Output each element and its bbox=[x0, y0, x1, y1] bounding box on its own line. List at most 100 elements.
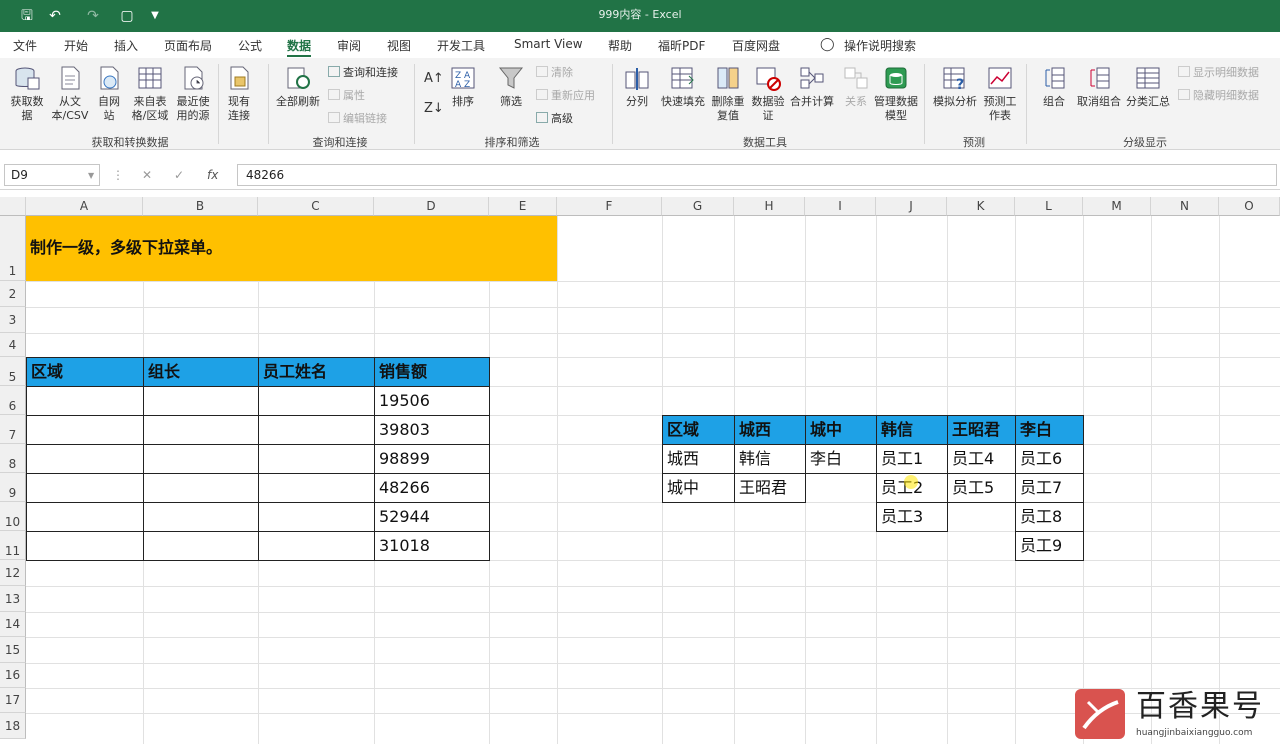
table2-cell[interactable]: 王昭君 bbox=[734, 473, 806, 503]
table1-cell[interactable] bbox=[143, 415, 259, 445]
tab-insert[interactable]: 插入 bbox=[114, 37, 138, 54]
column-header[interactable]: H bbox=[734, 197, 805, 216]
table1-cell[interactable] bbox=[258, 415, 375, 445]
sort-asc-icon[interactable]: A↑ bbox=[424, 72, 444, 86]
column-header[interactable]: J bbox=[876, 197, 947, 216]
sort-button[interactable]: Z AA Z 排序 bbox=[446, 64, 480, 109]
table1-cell[interactable] bbox=[26, 473, 144, 503]
table2-cell[interactable]: 员工5 bbox=[947, 473, 1016, 503]
what-if-analysis-button[interactable]: ? 模拟分析 bbox=[930, 64, 980, 109]
table1-header[interactable]: 销售额 bbox=[374, 357, 490, 387]
table2-cell[interactable]: 员工6 bbox=[1015, 444, 1084, 474]
row-header[interactable]: 6 bbox=[0, 386, 26, 415]
table2-header[interactable]: 城西 bbox=[734, 415, 806, 445]
table2-cell[interactable]: 员工1 bbox=[876, 444, 948, 474]
row-header[interactable]: 3 bbox=[0, 307, 26, 333]
data-validation-button[interactable]: 数据验证 bbox=[748, 64, 788, 123]
table2-cell[interactable]: 城中 bbox=[662, 473, 735, 503]
table1-cell[interactable] bbox=[143, 386, 259, 416]
customize-qat-icon[interactable]: ▼ bbox=[146, 7, 164, 25]
tab-formulas[interactable]: 公式 bbox=[238, 37, 262, 54]
table2-cell[interactable]: 李白 bbox=[805, 444, 877, 474]
forecast-sheet-button[interactable]: 预测工作表 bbox=[982, 64, 1018, 123]
row-header[interactable]: 14 bbox=[0, 612, 26, 637]
table1-cell[interactable] bbox=[258, 386, 375, 416]
row-header[interactable]: 1 bbox=[0, 216, 26, 281]
sales-cell[interactable]: 19506 bbox=[374, 386, 490, 416]
enter-icon[interactable]: ✓ bbox=[174, 168, 184, 182]
column-header[interactable]: F bbox=[557, 197, 662, 216]
tab-file[interactable]: 文件 bbox=[13, 37, 37, 54]
tab-page-layout[interactable]: 页面布局 bbox=[164, 37, 212, 54]
group-button[interactable]: 组合 bbox=[1036, 64, 1072, 109]
remove-duplicates-button[interactable]: 删除重复值 bbox=[708, 64, 748, 123]
sales-cell[interactable]: 48266 bbox=[374, 473, 490, 503]
table2-header[interactable]: 王昭君 bbox=[947, 415, 1016, 445]
from-web-button[interactable]: 自网站 bbox=[94, 64, 124, 123]
row-header[interactable]: 10 bbox=[0, 502, 26, 531]
name-box[interactable]: D9 bbox=[4, 164, 100, 186]
recent-sources-button[interactable]: 最近使用的源 bbox=[174, 64, 212, 123]
show-detail-button[interactable]: 显示明细数据 bbox=[1178, 66, 1259, 80]
row-header[interactable]: 12 bbox=[0, 560, 26, 586]
column-header[interactable]: N bbox=[1151, 197, 1219, 216]
text-to-columns-button[interactable]: 分列 bbox=[620, 64, 654, 109]
column-header[interactable]: O bbox=[1219, 197, 1280, 216]
column-header[interactable]: E bbox=[489, 197, 557, 216]
column-header[interactable]: A bbox=[26, 197, 143, 216]
consolidate-button[interactable]: 合并计算 bbox=[788, 64, 836, 109]
save-icon[interactable]: 🖫 bbox=[18, 7, 36, 25]
table1-header[interactable]: 区域 bbox=[26, 357, 144, 387]
table1-cell[interactable] bbox=[143, 502, 259, 532]
table1-header[interactable]: 组长 bbox=[143, 357, 259, 387]
table2-header[interactable]: 区域 bbox=[662, 415, 735, 445]
column-header[interactable]: I bbox=[805, 197, 876, 216]
row-header[interactable]: 16 bbox=[0, 663, 26, 688]
table2-cell[interactable]: 员工8 bbox=[1015, 502, 1084, 532]
column-header[interactable]: K bbox=[947, 197, 1015, 216]
existing-connections-button[interactable]: 现有连接 bbox=[224, 64, 254, 123]
column-header[interactable]: G bbox=[662, 197, 734, 216]
hide-detail-button[interactable]: 隐藏明细数据 bbox=[1178, 89, 1259, 103]
tell-me-search[interactable]: 操作说明搜索 bbox=[844, 37, 916, 54]
table1-cell[interactable] bbox=[143, 444, 259, 474]
table1-cell[interactable] bbox=[26, 444, 144, 474]
manage-data-model-button[interactable]: 管理数据模型 bbox=[874, 64, 918, 123]
table2-header[interactable]: 李白 bbox=[1015, 415, 1084, 445]
from-table-button[interactable]: 来自表格/区域 bbox=[128, 64, 172, 123]
table2-cell[interactable]: 员工4 bbox=[947, 444, 1016, 474]
table1-cell[interactable] bbox=[26, 386, 144, 416]
table2-header[interactable]: 城中 bbox=[805, 415, 877, 445]
sales-cell[interactable]: 52944 bbox=[374, 502, 490, 532]
tab-smart-view[interactable]: Smart View bbox=[514, 37, 583, 51]
tab-data[interactable]: 数据 bbox=[287, 37, 312, 57]
column-header[interactable]: D bbox=[374, 197, 489, 216]
sales-cell[interactable]: 31018 bbox=[374, 531, 490, 561]
queries-connections-button[interactable]: 查询和连接 bbox=[328, 66, 398, 80]
title-cell[interactable]: 制作一级，多级下拉菜单。 bbox=[26, 216, 557, 281]
clear-filter-button[interactable]: 清除 bbox=[536, 66, 573, 80]
table1-cell[interactable] bbox=[26, 415, 144, 445]
row-header[interactable]: 9 bbox=[0, 473, 26, 502]
table1-cell[interactable] bbox=[26, 531, 144, 561]
tab-help[interactable]: 帮助 bbox=[608, 37, 632, 54]
insert-function-icon[interactable]: fx bbox=[207, 168, 218, 182]
column-header[interactable]: B bbox=[143, 197, 258, 216]
table2-cell[interactable]: 韩信 bbox=[734, 444, 806, 474]
advanced-filter-button[interactable]: 高级 bbox=[536, 112, 573, 126]
from-csv-button[interactable]: 从文本/CSV bbox=[50, 64, 90, 123]
row-header[interactable]: 13 bbox=[0, 586, 26, 612]
row-header[interactable]: 4 bbox=[0, 333, 26, 357]
table2-cell[interactable]: 员工3 bbox=[876, 502, 948, 532]
sales-cell[interactable]: 39803 bbox=[374, 415, 490, 445]
filter-button[interactable]: 筛选 bbox=[494, 64, 528, 109]
column-header[interactable]: L bbox=[1015, 197, 1083, 216]
table1-cell[interactable] bbox=[258, 531, 375, 561]
redo-icon[interactable]: ↷ bbox=[84, 7, 102, 25]
table2-header[interactable]: 韩信 bbox=[876, 415, 948, 445]
cancel-icon[interactable]: ✕ bbox=[142, 168, 152, 182]
table1-cell[interactable] bbox=[258, 444, 375, 474]
sales-cell[interactable]: 98899 bbox=[374, 444, 490, 474]
row-header[interactable]: 11 bbox=[0, 531, 26, 560]
row-header[interactable]: 2 bbox=[0, 281, 26, 307]
